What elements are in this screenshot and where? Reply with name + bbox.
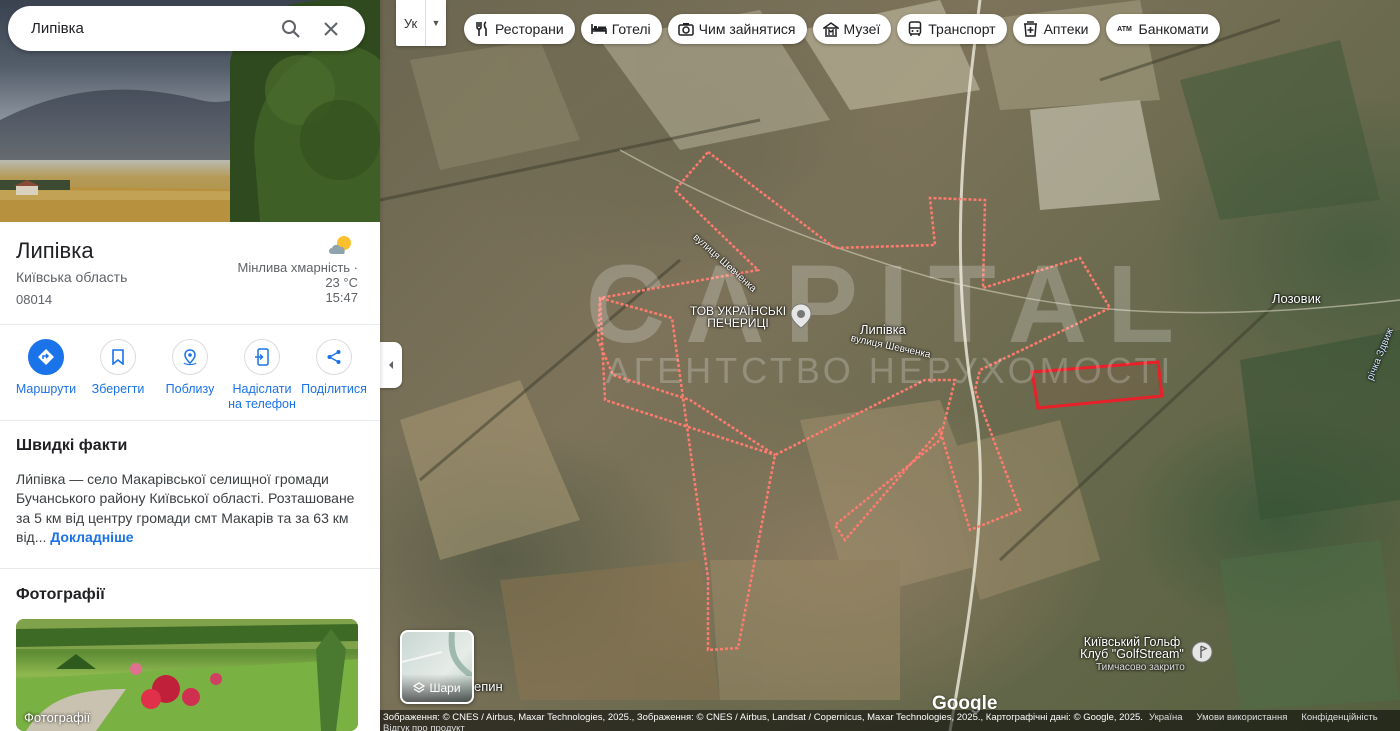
save-label: Зберегти (91, 382, 145, 396)
partly-cloudy-icon (329, 236, 351, 254)
region-link[interactable]: Україна (1149, 712, 1183, 723)
share-circle (316, 339, 352, 375)
weather-widget: Мінлива хмарність · 23 °C 15:47 (238, 234, 358, 305)
place-region: Київська область (16, 269, 128, 285)
weather-temperature: 23 °C (325, 275, 358, 290)
chip-label: Банкомати (1138, 21, 1209, 37)
chip-restaurants[interactable]: Ресторани (464, 14, 575, 44)
directions-label: Маршрути (15, 382, 77, 396)
quick-facts-heading: Швидкі факти (16, 437, 128, 454)
photos-caption: Фотографії (24, 710, 91, 725)
place-sidebar: Липівка Київська область 08014 Мінлива х… (0, 0, 380, 731)
camera-icon (677, 20, 695, 38)
close-icon (324, 21, 338, 36)
place-title: Липівка (16, 238, 94, 263)
highlighted-plot[interactable] (1030, 360, 1164, 410)
attribution-text: Зображення: © CNES / Airbus, Maxar Techn… (383, 712, 1143, 723)
caret-down-icon: ▼ (431, 18, 441, 28)
search-button[interactable] (271, 9, 311, 49)
chip-label: Чим зайнятися (698, 21, 796, 37)
privacy-link[interactable]: Конфіденційність (1301, 712, 1377, 723)
weather-time: 15:47 (325, 290, 358, 305)
place-actions: Маршрути Зберегти Поблизу Надіслати на т… (0, 325, 380, 421)
layers-thumbnail (402, 632, 472, 676)
weather-condition: Мінлива хмарність · (237, 260, 358, 275)
search-input[interactable] (31, 20, 271, 37)
search-box (8, 6, 365, 51)
museum-icon (822, 20, 840, 38)
pharmacy-icon (1022, 20, 1040, 38)
place-label-lozovyk[interactable]: Лозовик (1272, 291, 1321, 306)
send-to-phone-label: Надіслати на телефон (228, 382, 296, 411)
map-terrain (380, 0, 1400, 731)
place-postal-code: 08014 (16, 292, 53, 307)
chip-label: Ресторани (495, 21, 564, 37)
read-more-link[interactable]: Докладніше (50, 529, 133, 545)
golf-club-status: Тимчасово закрито (1096, 662, 1185, 673)
place-hero-photo[interactable] (0, 0, 380, 222)
nearby-label: Поблизу (165, 382, 215, 396)
directions-button[interactable]: Маршрути (10, 339, 82, 420)
chip-label: Музеї (843, 21, 881, 37)
place-info: Липівка Київська область 08014 Мінлива х… (0, 222, 380, 325)
layers-label-row: Шари (402, 674, 472, 702)
search-icon (282, 19, 300, 38)
quick-facts: Швидкі факти Ли́півка — село Макарівсько… (0, 421, 380, 569)
language-selector[interactable]: Ук ▼ (396, 0, 446, 46)
poi-pin-icon[interactable] (790, 303, 812, 329)
bookmark-icon (112, 349, 124, 365)
clear-search-button[interactable] (311, 9, 351, 49)
save-circle (100, 339, 136, 375)
chip-label: Аптеки (1043, 21, 1089, 37)
language-code: Ук (396, 0, 426, 46)
send-to-phone-icon (255, 348, 269, 366)
satellite-map[interactable]: CAPITAL АГЕНТСТВО НЕРУХОМОСТІ вулиця Шев… (380, 0, 1400, 731)
category-chips: Ресторани Готелі Чим зайнятися Музеї Тра… (464, 14, 1220, 44)
share-button[interactable]: Поділитися (298, 339, 370, 420)
chip-transit[interactable]: Транспорт (897, 14, 1007, 44)
hotel-icon (590, 20, 608, 38)
chip-atms[interactable]: ATM Банкомати (1105, 14, 1220, 44)
chip-hotels[interactable]: Готелі (580, 14, 662, 44)
quick-facts-body: Ли́півка — село Макарівської селищної гр… (16, 470, 356, 547)
layers-icon (413, 682, 426, 693)
chevron-left-icon (389, 361, 393, 369)
nearby-button[interactable]: Поблизу (154, 339, 226, 420)
chip-museums[interactable]: Музеї (812, 14, 892, 44)
village-label-lypivka[interactable]: Липівка (860, 322, 906, 337)
share-label: Поділитися (301, 382, 367, 396)
chip-pharmacies[interactable]: Аптеки (1012, 14, 1100, 44)
place-label-bottom: епин (474, 679, 503, 694)
photos-heading: Фотографії (16, 586, 105, 603)
directions-icon (38, 349, 54, 365)
golf-pin-icon[interactable] (1190, 640, 1214, 664)
restaurant-icon (473, 20, 491, 38)
terms-link[interactable]: Умови використання (1197, 712, 1288, 723)
photos-section: Фотографії Фотографії (0, 569, 380, 731)
chip-label: Готелі (611, 21, 651, 37)
chip-things-to-do[interactable]: Чим зайнятися (667, 14, 807, 44)
layers-button[interactable]: Шари (400, 630, 474, 704)
nearby-circle (172, 339, 208, 375)
chip-label: Транспорт (928, 21, 996, 37)
golf-club-label[interactable]: Київський Гольф Клуб "GolfStream" (1076, 636, 1188, 661)
nearby-icon (183, 349, 197, 366)
directions-circle (28, 339, 64, 375)
share-icon (327, 350, 341, 364)
save-button[interactable]: Зберегти (82, 339, 154, 420)
attribution-bar: Зображення: © CNES / Airbus, Maxar Techn… (380, 710, 1400, 731)
collapse-sidebar-button[interactable] (380, 342, 402, 388)
feedback-link[interactable]: Відгук про продукт (383, 723, 1143, 731)
maps-app: CAPITAL АГЕНТСТВО НЕРУХОМОСТІ вулиця Шев… (0, 0, 1400, 731)
send-to-phone-button[interactable]: Надіслати на телефон (226, 339, 298, 420)
layers-label: Шари (429, 681, 461, 695)
transit-icon (906, 20, 924, 38)
poi-label-ukr-pechertsi[interactable]: ТОВ УКРАЇНСЬКІ ПЕЧЕРИЦІ (683, 305, 793, 329)
atm-icon: ATM (1117, 25, 1132, 33)
photo-card[interactable]: Фотографії (16, 619, 358, 731)
send-to-phone-circle (244, 339, 280, 375)
